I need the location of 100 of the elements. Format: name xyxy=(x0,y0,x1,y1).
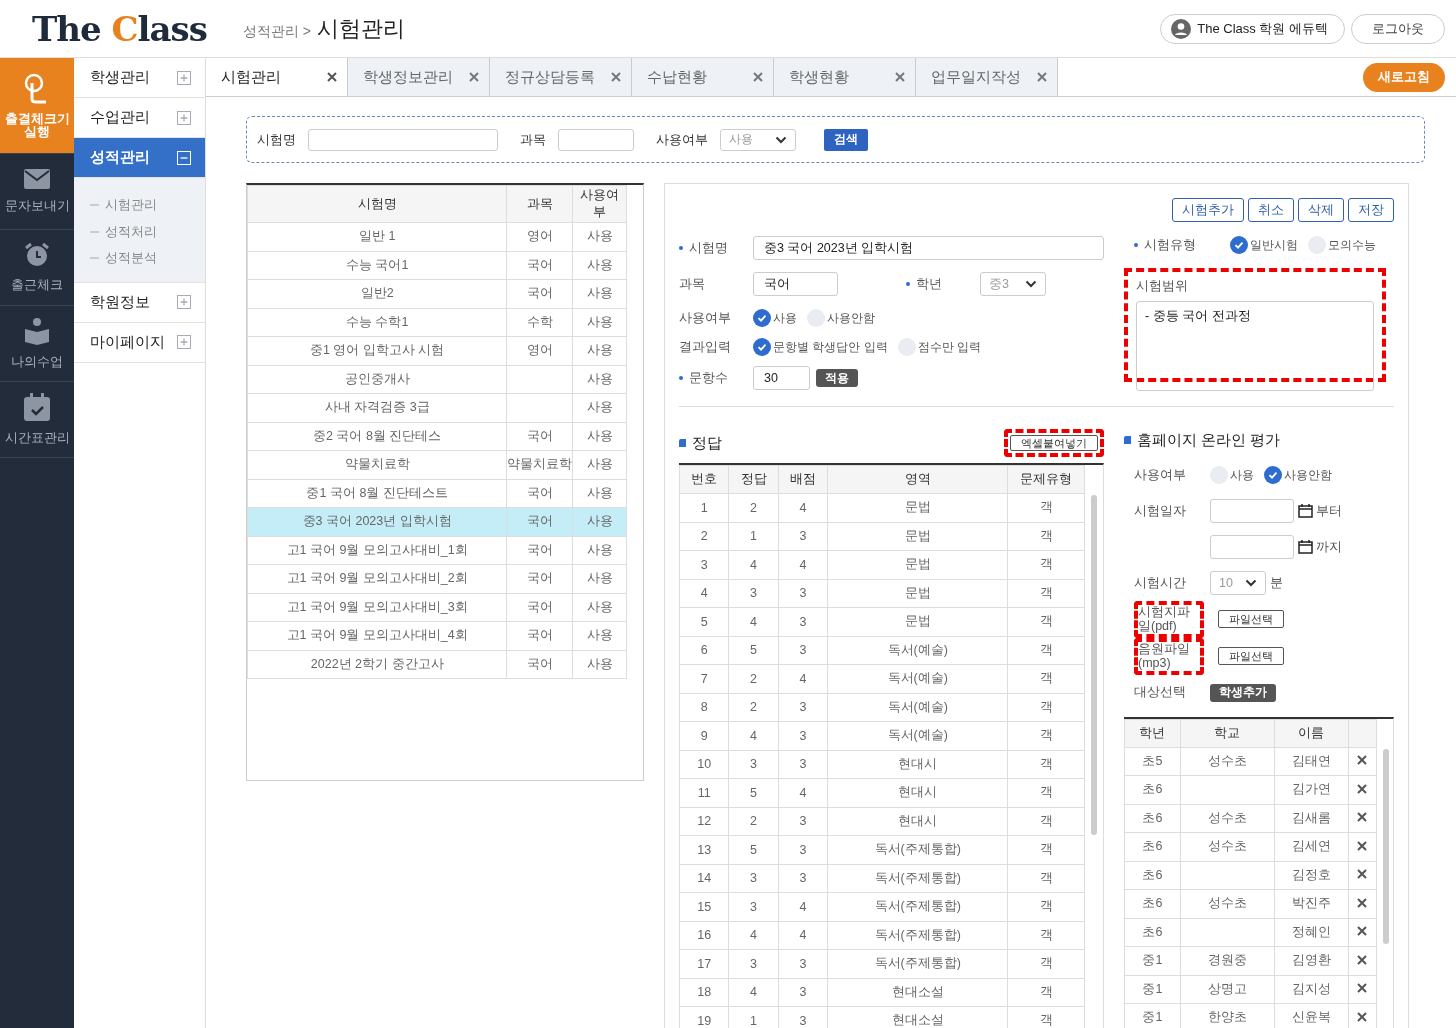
table-cell[interactable]: 객 xyxy=(1007,892,1085,921)
table-cell[interactable]: 중1 국어 8월 진단테스트 xyxy=(247,479,507,508)
table-cell[interactable]: 독서(예술) xyxy=(827,636,1008,665)
expand-icon[interactable] xyxy=(177,110,191,125)
radio-button[interactable] xyxy=(753,338,771,356)
table-cell[interactable]: 10 xyxy=(679,750,729,779)
table-cell[interactable]: 초6 xyxy=(1124,832,1181,861)
table-cell[interactable]: 사내 자격검증 3급 xyxy=(247,393,507,422)
table-cell[interactable]: 4 xyxy=(728,550,779,579)
table-cell[interactable]: 사용 xyxy=(572,621,627,650)
table-cell[interactable]: 김정호 xyxy=(1274,861,1349,890)
close-icon[interactable] xyxy=(1357,840,1368,851)
table-cell[interactable]: 14 xyxy=(679,864,729,893)
table-cell[interactable]: 4 xyxy=(778,664,828,693)
table-cell[interactable]: 중1 영어 입학고사 시험 xyxy=(247,336,507,365)
date-field[interactable] xyxy=(1210,499,1294,523)
table-cell[interactable]: 일반2 xyxy=(247,279,507,308)
close-icon[interactable] xyxy=(1357,783,1368,794)
table-cell[interactable]: 3 xyxy=(728,949,779,978)
table-cell[interactable]: 4 xyxy=(778,892,828,921)
table-cell[interactable]: 사용 xyxy=(572,222,627,251)
table-cell[interactable]: 현대시 xyxy=(827,807,1008,836)
table-cell[interactable]: 초6 xyxy=(1124,861,1181,890)
table-cell[interactable]: 독서(예술) xyxy=(827,721,1008,750)
close-icon[interactable] xyxy=(1357,812,1368,823)
table-cell[interactable]: 사용 xyxy=(572,393,627,422)
tab[interactable]: 정규상담등록 xyxy=(490,58,632,96)
logout-button[interactable]: 로그아웃 xyxy=(1351,13,1445,44)
table-cell[interactable]: 3 xyxy=(728,750,779,779)
table-cell[interactable]: 고1 국어 9월 모의고사대비_1회 xyxy=(247,536,507,565)
collapse-icon[interactable] xyxy=(177,150,191,165)
scrollbar[interactable] xyxy=(1382,748,1389,944)
table-cell[interactable]: 문법 xyxy=(827,579,1008,608)
input-field[interactable] xyxy=(308,128,498,151)
close-icon[interactable] xyxy=(1357,1011,1368,1022)
table-cell[interactable]: 3 xyxy=(778,693,828,722)
table-cell[interactable]: 사용 xyxy=(572,279,627,308)
table-cell[interactable]: 사용 xyxy=(572,450,627,479)
table-cell[interactable]: 4 xyxy=(778,778,828,807)
table-cell[interactable]: 독서(예술) xyxy=(827,664,1008,693)
table-cell[interactable]: 성수초 xyxy=(1180,747,1275,776)
menu-item[interactable]: 학생관리 xyxy=(74,58,205,98)
table-cell[interactable]: 초6 xyxy=(1124,889,1181,918)
table-cell[interactable]: 김지성 xyxy=(1274,975,1349,1004)
table-cell[interactable]: 객 xyxy=(1007,493,1085,522)
table-cell[interactable]: 중3 국어 2023년 입학시험 xyxy=(247,507,507,536)
close-icon[interactable] xyxy=(327,72,337,82)
table-cell[interactable]: 독서(주제통합) xyxy=(827,835,1008,864)
table-cell[interactable]: 고1 국어 9월 모의고사대비_4회 xyxy=(247,621,507,650)
table-cell[interactable]: 객 xyxy=(1007,807,1085,836)
table-cell[interactable]: 중2 국어 8월 진단테스 xyxy=(247,422,507,451)
table-cell[interactable]: 객 xyxy=(1007,921,1085,950)
submenu-item[interactable]: 성적처리 xyxy=(105,222,157,241)
table-cell[interactable]: 중1 xyxy=(1124,1003,1181,1028)
input-field[interactable]: 국어 xyxy=(753,272,838,296)
input-field[interactable] xyxy=(558,128,634,151)
input-field[interactable]: 중3 국어 2023년 입학시험 xyxy=(753,236,1104,260)
table-cell[interactable]: 4 xyxy=(778,550,828,579)
table-cell[interactable]: 수학 xyxy=(506,308,573,337)
table-cell[interactable]: 2022년 2학기 중간고사 xyxy=(247,650,507,679)
table-cell[interactable]: 공인중개사 xyxy=(247,365,507,394)
table-cell[interactable]: 3 xyxy=(778,750,828,779)
table-cell[interactable]: 객 xyxy=(1007,750,1085,779)
table-cell[interactable]: 3 xyxy=(728,864,779,893)
table-cell[interactable]: 국어 xyxy=(506,650,573,679)
table-cell[interactable]: 3 xyxy=(778,864,828,893)
table-cell[interactable]: 객 xyxy=(1007,522,1085,551)
table-cell[interactable]: 현대소설 xyxy=(827,978,1008,1007)
table-cell[interactable]: 12 xyxy=(679,807,729,836)
table-cell[interactable]: 수능 수학1 xyxy=(247,308,507,337)
table-cell[interactable]: 2 xyxy=(728,693,779,722)
table-cell[interactable]: 17 xyxy=(679,949,729,978)
table-cell[interactable]: 사용 xyxy=(572,251,627,280)
table-cell[interactable]: 현대시 xyxy=(827,750,1008,779)
table-cell[interactable]: 5 xyxy=(728,636,779,665)
table-cell[interactable]: 4 xyxy=(778,493,828,522)
table-cell[interactable]: 수능 국어1 xyxy=(247,251,507,280)
table-cell[interactable]: 4 xyxy=(728,921,779,950)
search-button[interactable]: 검색 xyxy=(824,128,868,151)
table-cell[interactable]: 국어 xyxy=(506,564,573,593)
table-cell[interactable]: 객 xyxy=(1007,864,1085,893)
table-cell[interactable]: 김새롬 xyxy=(1274,804,1349,833)
table-cell[interactable]: 7 xyxy=(679,664,729,693)
table-cell[interactable]: 국어 xyxy=(506,593,573,622)
paste-button[interactable]: 엑셀붙여넣기 xyxy=(1010,435,1098,451)
table-cell[interactable]: 3 xyxy=(778,522,828,551)
table-cell[interactable]: 3 xyxy=(679,550,729,579)
close-icon[interactable] xyxy=(1357,755,1368,766)
table-cell[interactable]: 1 xyxy=(679,493,729,522)
table-cell[interactable]: 2 xyxy=(679,522,729,551)
table-cell[interactable]: 4 xyxy=(778,921,828,950)
close-icon[interactable] xyxy=(1357,983,1368,994)
add-student-button[interactable]: 학생추가 xyxy=(1210,683,1276,702)
submenu-item[interactable]: 시험관리 xyxy=(105,196,157,215)
table-cell[interactable]: 초6 xyxy=(1124,775,1181,804)
submenu-item[interactable]: 성적분석 xyxy=(105,249,157,268)
rail-item[interactable]: 시간표관리 xyxy=(0,382,74,458)
table-cell[interactable]: 문법 xyxy=(827,607,1008,636)
table-cell[interactable]: 일반 1 xyxy=(247,222,507,251)
table-cell[interactable]: 5 xyxy=(679,607,729,636)
